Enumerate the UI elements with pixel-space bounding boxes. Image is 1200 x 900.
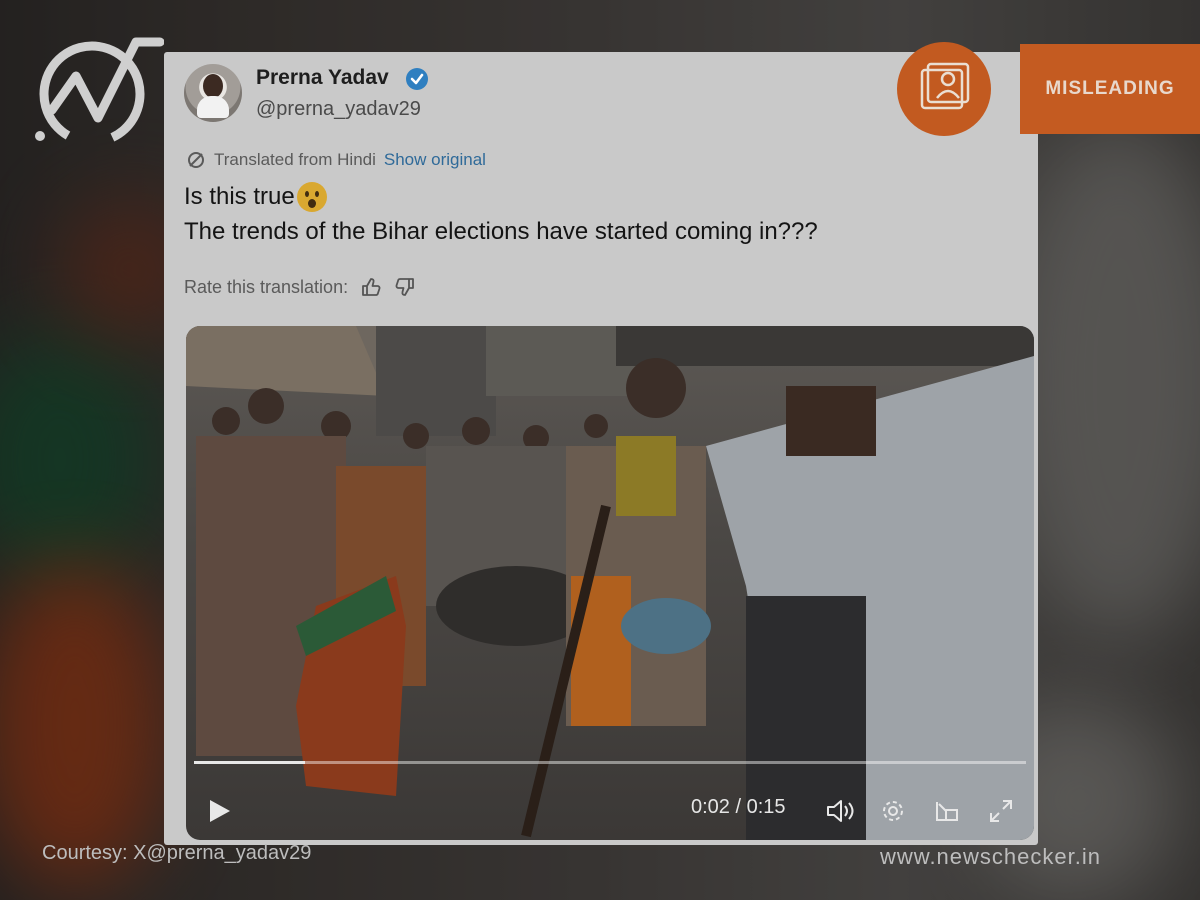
volume-icon[interactable]	[826, 798, 856, 824]
avatar[interactable]	[184, 64, 242, 122]
play-icon[interactable]	[208, 798, 232, 824]
thumbs-up-icon[interactable]	[360, 276, 382, 298]
video-time: 0:02 / 0:15	[691, 796, 786, 818]
tweet-card: Prerna Yadav @prerna_yadav29 · Translate…	[164, 52, 1038, 845]
picture-in-picture-icon[interactable]	[934, 798, 960, 824]
verified-badge-icon	[406, 68, 428, 90]
video-player[interactable]: 0:02 / 0:15	[186, 326, 1034, 840]
courtesy-credit: Courtesy: X@prerna_yadav29	[42, 842, 312, 864]
website-url: www.newschecker.in	[880, 844, 1101, 869]
settings-gear-icon[interactable]	[880, 798, 906, 824]
translated-label: Translated from Hindi	[214, 150, 376, 169]
newschecker-logo-icon	[35, 37, 164, 147]
thumbs-down-icon[interactable]	[394, 276, 416, 298]
rate-label: Rate this translation:	[184, 276, 349, 297]
video-progress-bar[interactable]	[194, 761, 1026, 764]
video-progress-fill	[194, 761, 305, 764]
astonished-emoji-icon	[296, 182, 327, 212]
misleading-label: MISLEADING	[1020, 44, 1200, 134]
translation-notice: Translated from Hindi Show original	[186, 150, 486, 170]
tweet-text-line1-label: Is this true	[184, 183, 295, 210]
fact-check-stamp-icon	[897, 42, 991, 136]
video-controls: 0:02 / 0:15	[186, 780, 1034, 840]
tweet-text-line1: Is this true	[184, 182, 327, 212]
rate-translation: Rate this translation:	[184, 276, 416, 298]
user-handle[interactable]: @prerna_yadav29	[256, 98, 421, 121]
tweet-text-line2: The trends of the Bihar elections have s…	[184, 218, 818, 245]
show-original-link[interactable]: Show original	[384, 150, 486, 170]
translate-icon	[188, 152, 204, 168]
fullscreen-icon[interactable]	[988, 798, 1014, 824]
display-name[interactable]: Prerna Yadav	[256, 66, 389, 90]
profile-card-icon	[920, 62, 970, 110]
